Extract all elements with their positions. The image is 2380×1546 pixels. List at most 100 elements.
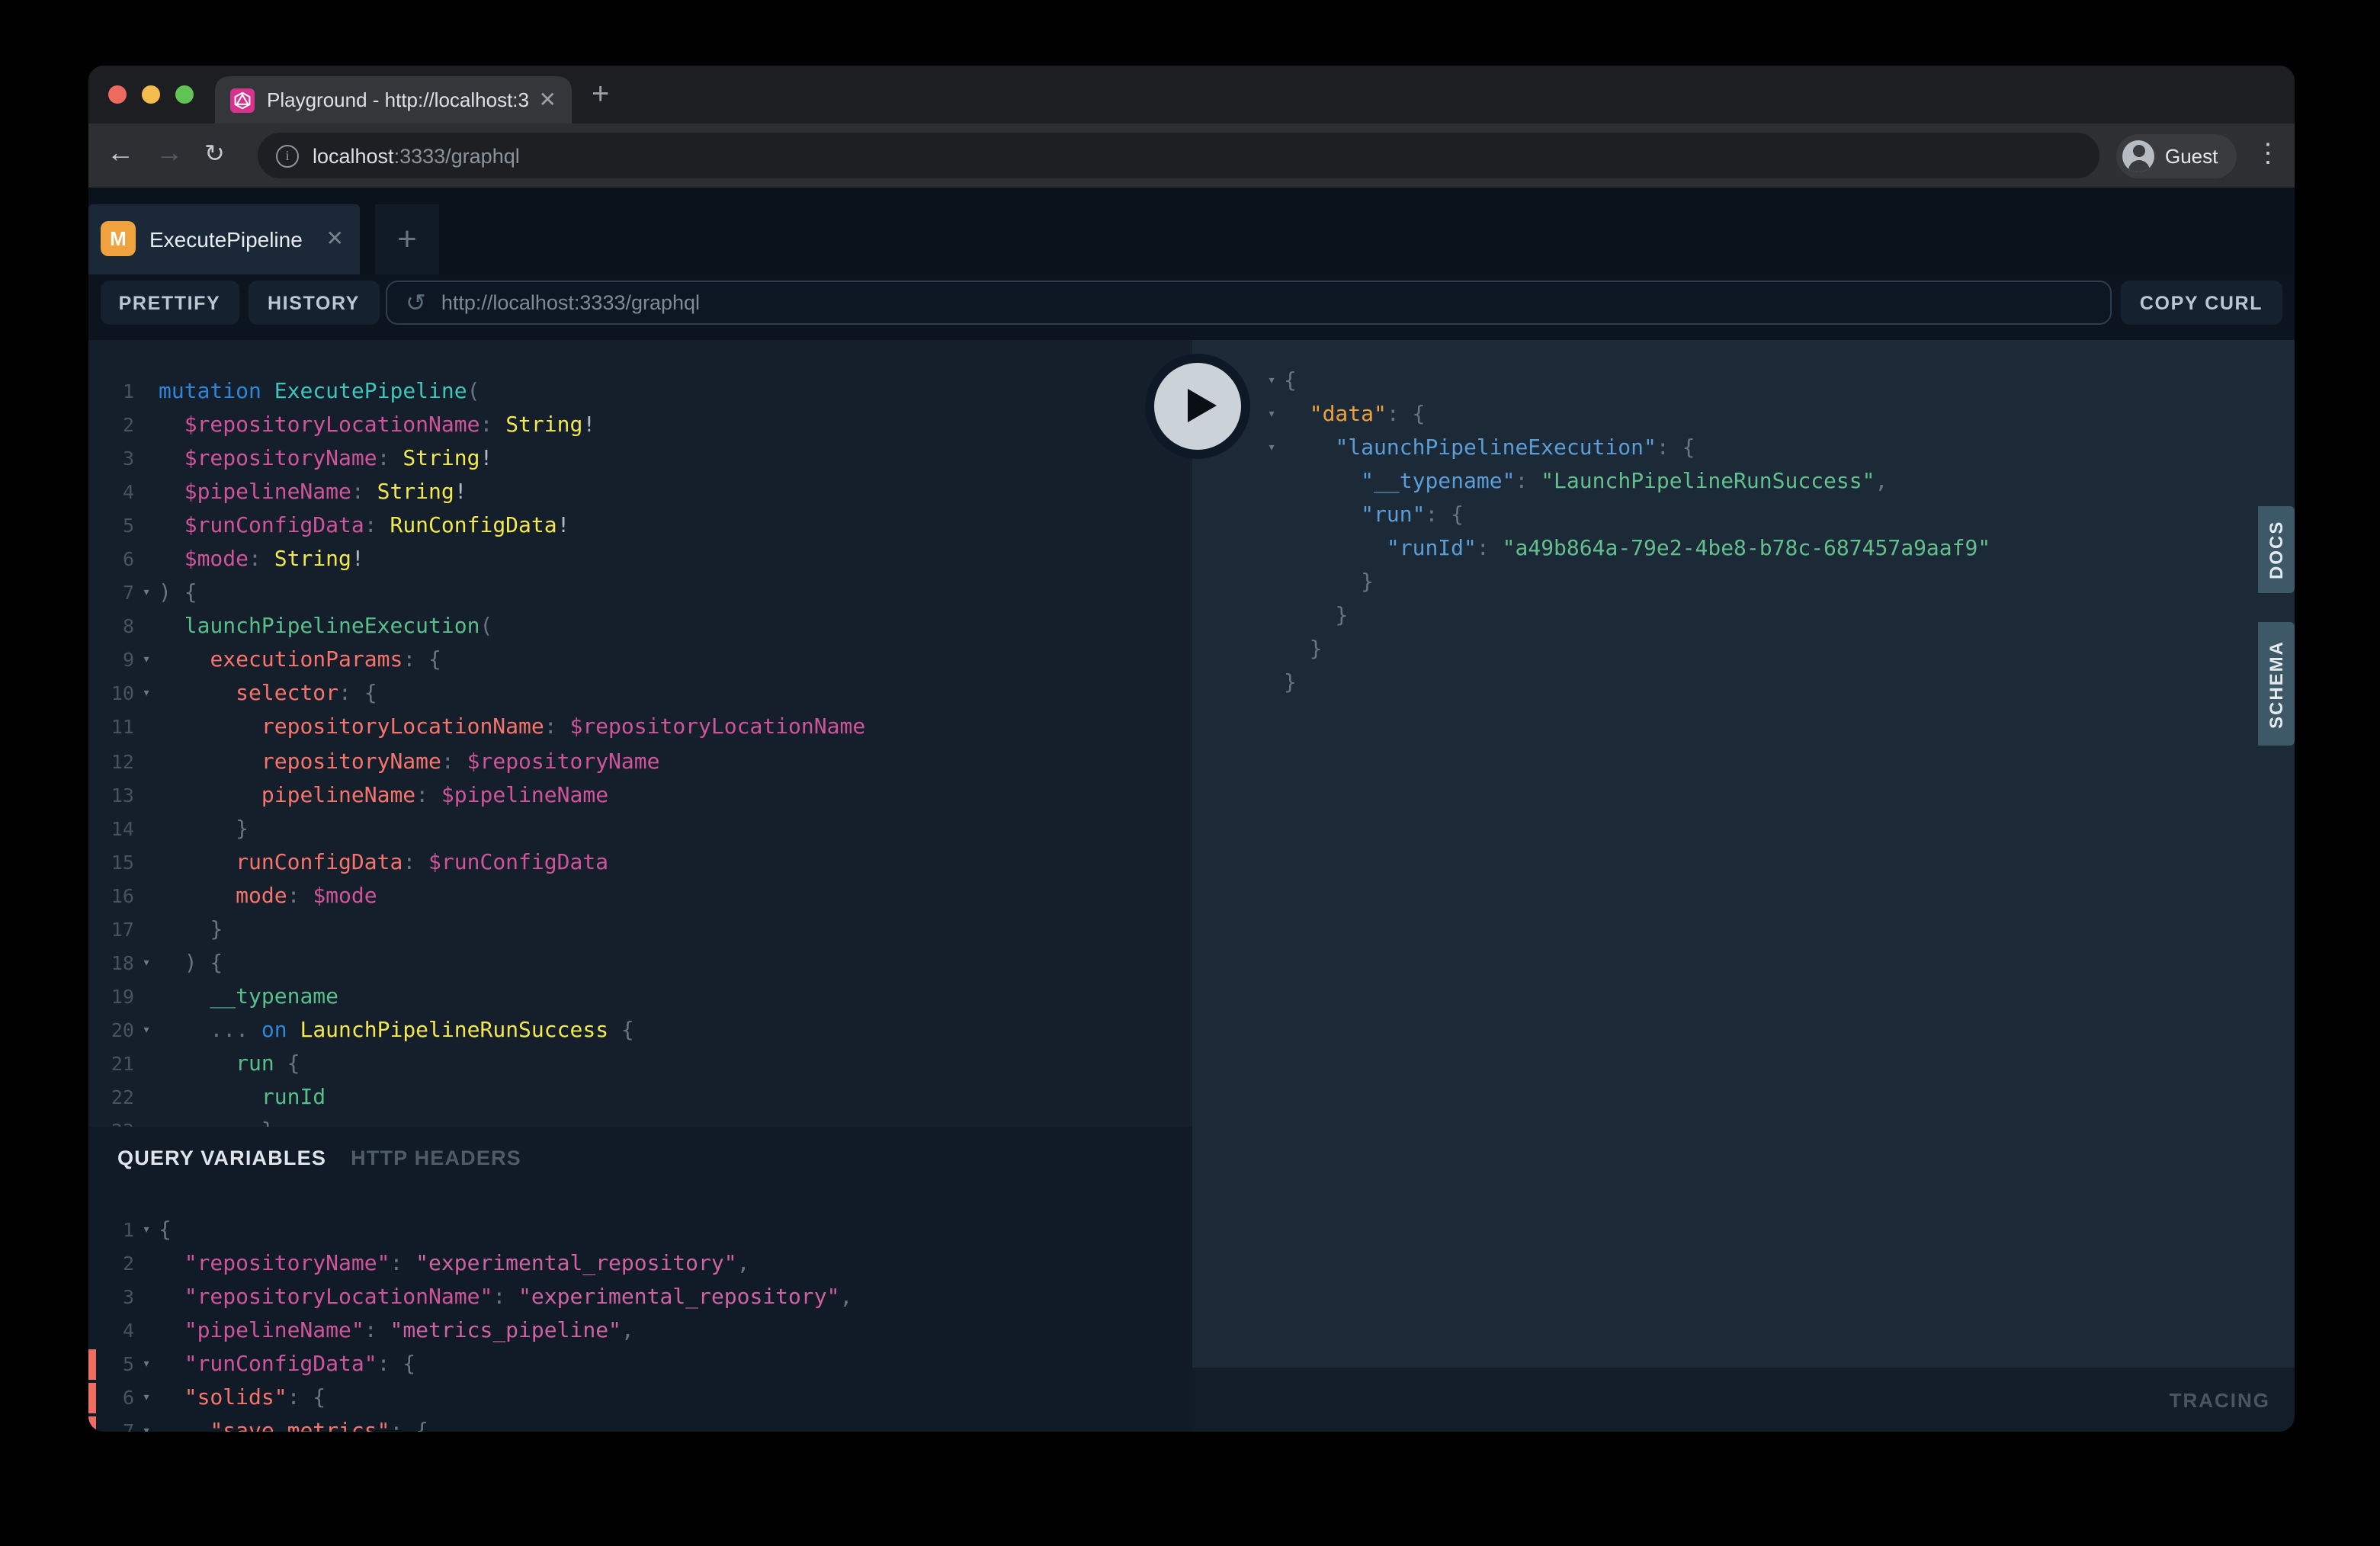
prettify-button[interactable]: PRETTIFY bbox=[100, 281, 239, 325]
code-line[interactable]: 4 "pipelineName": "metrics_pipeline", bbox=[88, 1314, 1192, 1348]
tab-query-variables[interactable]: QUERY VARIABLES bbox=[117, 1147, 326, 1169]
query-editor[interactable]: 1mutation ExecutePipeline(2 $repositoryL… bbox=[88, 340, 1192, 1127]
code-text: "save_metrics": { bbox=[159, 1416, 428, 1432]
fold-arrow-icon[interactable]: ▾ bbox=[134, 1416, 159, 1432]
code-text: "runId": "a49b864a-79e2-4be8-b78c-687457… bbox=[1284, 532, 1990, 566]
reset-endpoint-icon[interactable]: ↺ bbox=[406, 287, 426, 318]
fold-arrow-icon[interactable]: ▾ bbox=[1259, 398, 1284, 431]
fold-arrow-icon[interactable]: ▾ bbox=[134, 1381, 159, 1415]
code-line[interactable]: } bbox=[1259, 667, 2295, 701]
code-line[interactable]: 12 repositoryName: $repositoryName bbox=[88, 745, 1192, 778]
new-session-tab-button[interactable]: + bbox=[375, 204, 439, 274]
docs-side-tab[interactable]: DOCS bbox=[2258, 506, 2295, 593]
browser-window: Playground - http://localhost:3 ✕ + ← → … bbox=[88, 66, 2295, 1432]
traffic-zoom-button[interactable] bbox=[175, 85, 194, 104]
session-tab-close-icon[interactable]: ✕ bbox=[326, 226, 344, 252]
code-line[interactable]: } bbox=[1259, 600, 2295, 633]
fold-gutter bbox=[134, 1281, 159, 1314]
code-line[interactable]: 11 repositoryLocationName: $repositoryLo… bbox=[88, 711, 1192, 745]
code-line[interactable]: ▾ "launchPipelineExecution": { bbox=[1259, 431, 2295, 465]
line-number: 6 bbox=[88, 543, 134, 576]
browser-tab[interactable]: Playground - http://localhost:3 ✕ bbox=[215, 76, 572, 123]
history-button[interactable]: HISTORY bbox=[248, 281, 380, 325]
session-tab-executepipeline[interactable]: M ExecutePipeline ✕ bbox=[88, 204, 359, 274]
traffic-close-button[interactable] bbox=[108, 85, 127, 104]
site-info-icon[interactable]: i bbox=[276, 144, 299, 167]
code-line[interactable]: "runId": "a49b864a-79e2-4be8-b78c-687457… bbox=[1259, 532, 2295, 566]
copy-curl-button[interactable]: COPY CURL bbox=[2121, 281, 2282, 325]
code-line[interactable]: 23 } bbox=[88, 1115, 1192, 1127]
address-url[interactable]: localhost:3333/graphql bbox=[313, 144, 520, 167]
line-number: 5 bbox=[88, 509, 134, 543]
fold-arrow-icon[interactable]: ▾ bbox=[134, 577, 159, 611]
code-line[interactable]: 8 launchPipelineExecution( bbox=[88, 611, 1192, 644]
new-browser-tab-button[interactable]: + bbox=[592, 78, 609, 113]
code-line[interactable]: 15 runConfigData: $runConfigData bbox=[88, 845, 1192, 879]
fold-gutter bbox=[134, 409, 159, 442]
fold-arrow-icon[interactable]: ▾ bbox=[134, 644, 159, 678]
code-line[interactable]: 10▾ selector: { bbox=[88, 678, 1192, 711]
code-line[interactable]: "__typename": "LaunchPipelineRunSuccess"… bbox=[1259, 465, 2295, 499]
code-text: } bbox=[1284, 633, 1323, 667]
forward-icon[interactable]: → bbox=[156, 137, 183, 169]
reload-icon[interactable]: ↻ bbox=[204, 139, 225, 169]
code-line[interactable]: 6 $mode: String! bbox=[88, 543, 1192, 576]
code-text: executionParams: { bbox=[159, 644, 441, 678]
line-number: 3 bbox=[88, 1281, 134, 1314]
code-line[interactable]: 5▾ "runConfigData": { bbox=[88, 1348, 1192, 1381]
code-line[interactable]: ▾ "data": { bbox=[1259, 398, 2295, 431]
code-line[interactable]: 22 runId bbox=[88, 1081, 1192, 1115]
fold-gutter bbox=[134, 1314, 159, 1348]
browser-tab-title: Playground - http://localhost:3 bbox=[267, 88, 530, 111]
code-line[interactable]: 5 $runConfigData: RunConfigData! bbox=[88, 509, 1192, 543]
code-line[interactable]: 21 run { bbox=[88, 1047, 1192, 1081]
fold-arrow-icon[interactable]: ▾ bbox=[134, 1214, 159, 1247]
code-line[interactable]: 18▾ ) { bbox=[88, 947, 1192, 980]
code-line[interactable]: 1▾{ bbox=[88, 1214, 1192, 1247]
code-line[interactable]: 7▾) { bbox=[88, 577, 1192, 611]
code-line[interactable]: } bbox=[1259, 566, 2295, 600]
address-bar[interactable]: i localhost:3333/graphql bbox=[258, 133, 2099, 178]
code-line[interactable]: 20▾ ... on LaunchPipelineRunSuccess { bbox=[88, 1014, 1192, 1047]
code-line[interactable]: 4 $pipelineName: String! bbox=[88, 476, 1192, 509]
browser-tab-close-icon[interactable]: ✕ bbox=[539, 87, 557, 113]
code-line[interactable]: ▾{ bbox=[1259, 364, 2295, 398]
code-line[interactable]: 17 } bbox=[88, 913, 1192, 947]
fold-arrow-icon[interactable]: ▾ bbox=[134, 1348, 159, 1381]
code-line[interactable]: 16 mode: $mode bbox=[88, 879, 1192, 913]
code-line[interactable]: 2 "repositoryName": "experimental_reposi… bbox=[88, 1247, 1192, 1281]
fold-arrow-icon[interactable]: ▾ bbox=[1259, 431, 1284, 465]
code-text: ) { bbox=[159, 947, 223, 980]
code-line[interactable]: 3 $repositoryName: String! bbox=[88, 442, 1192, 476]
code-line[interactable]: 14 } bbox=[88, 812, 1192, 845]
code-line[interactable]: } bbox=[1259, 633, 2295, 667]
code-line[interactable]: "run": { bbox=[1259, 499, 2295, 532]
code-line[interactable]: 6▾ "solids": { bbox=[88, 1381, 1192, 1415]
code-line[interactable]: 3 "repositoryLocationName": "experimenta… bbox=[88, 1281, 1192, 1314]
code-line[interactable]: 19 __typename bbox=[88, 980, 1192, 1014]
fold-arrow-icon[interactable]: ▾ bbox=[134, 678, 159, 711]
traffic-minimize-button[interactable] bbox=[142, 85, 160, 104]
variables-panel: QUERY VARIABLES HTTP HEADERS 1▾{2 "repos… bbox=[88, 1127, 1192, 1432]
tab-http-headers[interactable]: HTTP HEADERS bbox=[351, 1147, 521, 1169]
fold-arrow-icon[interactable]: ▾ bbox=[134, 1014, 159, 1047]
code-line[interactable]: 1mutation ExecutePipeline( bbox=[88, 375, 1192, 409]
tracing-bar[interactable]: TRACING bbox=[1192, 1368, 2295, 1432]
line-number: 21 bbox=[88, 1047, 134, 1081]
code-line[interactable]: 13 pipelineName: $pipelineName bbox=[88, 778, 1192, 812]
endpoint-url: http://localhost:3333/graphql bbox=[441, 291, 700, 314]
back-icon[interactable]: ← bbox=[107, 137, 134, 169]
code-line[interactable]: 9▾ executionParams: { bbox=[88, 644, 1192, 678]
profile-button[interactable]: Guest bbox=[2116, 133, 2236, 178]
schema-side-tab[interactable]: SCHEMA bbox=[2258, 622, 2295, 746]
variables-editor-lines[interactable]: 1▾{2 "repositoryName": "experimental_rep… bbox=[88, 1204, 1192, 1432]
fold-gutter bbox=[1259, 499, 1284, 532]
execute-button[interactable] bbox=[1145, 353, 1250, 458]
code-line[interactable]: 2 $repositoryLocationName: String! bbox=[88, 409, 1192, 442]
code-line[interactable]: 7▾ "save_metrics": { bbox=[88, 1416, 1192, 1432]
fold-arrow-icon[interactable]: ▾ bbox=[134, 947, 159, 980]
endpoint-input[interactable]: ↺ http://localhost:3333/graphql bbox=[386, 281, 2112, 325]
code-text: $repositoryLocationName: String! bbox=[159, 409, 595, 442]
fold-arrow-icon[interactable]: ▾ bbox=[1259, 364, 1284, 398]
browser-menu-icon[interactable]: ⋮ bbox=[2255, 139, 2281, 169]
